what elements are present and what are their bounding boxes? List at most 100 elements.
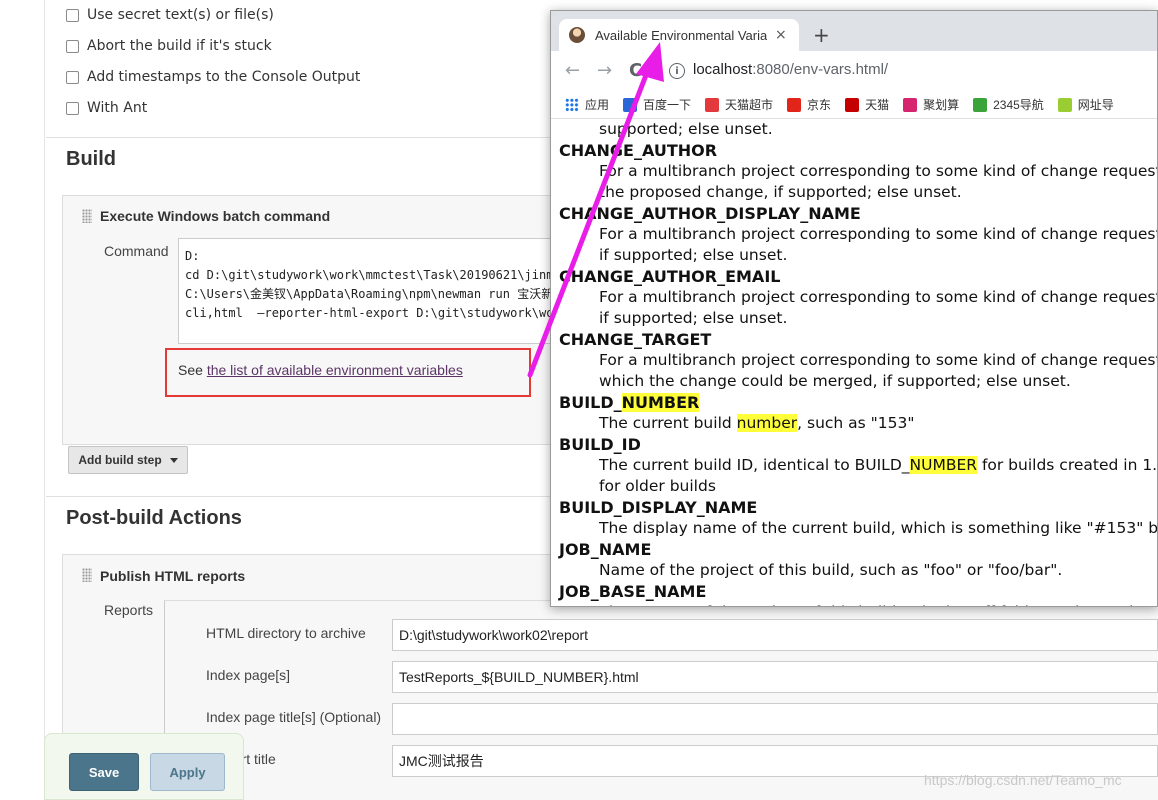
reload-icon[interactable]: C — [629, 60, 642, 81]
text-run: BUILD_ — [559, 393, 622, 412]
new-tab-icon[interactable]: + — [813, 23, 830, 47]
text-run: CHANGE_AUTHOR — [559, 141, 718, 160]
bookmark-label: 2345导航 — [993, 98, 1044, 112]
bookmark-item[interactable]: 天猫 — [845, 96, 889, 113]
see-prefix: See — [178, 362, 207, 378]
command-line: cli,html —reporter-html-export D:\git\st… — [185, 306, 554, 320]
apply-button[interactable]: Apply — [150, 753, 225, 791]
option-label: Use secret text(s) or file(s) — [87, 7, 274, 23]
forward-arrow-icon[interactable]: → — [597, 60, 612, 81]
address-bar[interactable]: localhost:8080/env-vars.html/ — [693, 61, 888, 78]
bookmark-item[interactable]: 应用 — [565, 96, 609, 113]
checkbox-icon[interactable] — [66, 101, 79, 115]
text-run: The current build ID, identical to BUILD… — [599, 456, 910, 474]
bookmark-favicon-icon — [845, 97, 860, 112]
build-step-title: Execute Windows batch command — [100, 208, 331, 224]
env-var-description: For a multibranch project corresponding … — [599, 288, 1157, 306]
html-dir-label: HTML directory to archive — [206, 625, 366, 641]
checkbox-icon[interactable] — [66, 70, 79, 84]
bookmark-item[interactable]: 聚划算 — [903, 96, 959, 113]
bookmark-item[interactable]: 百度一下 — [623, 96, 691, 113]
env-vars-content: supported; else unset. CHANGE_AUTHOR For a… — [551, 119, 1157, 606]
env-vars-link[interactable]: the list of available environment variab… — [207, 362, 463, 378]
bookmark-item[interactable]: 网址导 — [1057, 96, 1114, 113]
text-run: For a multibranch project corresponding … — [599, 162, 1157, 180]
env-var-description: if supported; else unset. — [599, 309, 787, 327]
text-run: The display name of the current build, w… — [599, 519, 1157, 537]
search-highlight: NUMBER — [909, 456, 978, 474]
env-var-description: For a multibranch project corresponding … — [599, 351, 1157, 369]
back-arrow-icon[interactable]: ← — [565, 60, 580, 81]
watermark: https://blog.csdn.net/Teamo_mc — [924, 772, 1122, 788]
text-run: for older builds — [599, 477, 716, 495]
text-run: CHANGE_TARGET — [559, 330, 712, 349]
env-var-name: CHANGE_TARGET — [559, 330, 711, 349]
command-label: Command — [104, 243, 169, 259]
env-var-name: CHANGE_AUTHOR_EMAIL — [559, 267, 780, 286]
text-run: if supported; else unset. — [599, 309, 788, 327]
browser-tab[interactable]: Available Environmental Variab × — [559, 19, 799, 51]
option-with-ant[interactable]: With Ant — [66, 100, 147, 116]
bookmark-label: 京东 — [807, 98, 832, 112]
bookmark-favicon-icon — [705, 97, 720, 112]
option-label: Abort the build if it's stuck — [87, 38, 272, 54]
env-var-description: if supported; else unset. — [599, 246, 787, 264]
text-run: Name of the project of this build, such … — [599, 561, 1063, 579]
env-var-description: the proposed change, if supported; else … — [599, 183, 962, 201]
bookmark-favicon-icon — [903, 97, 918, 112]
reports-label: Reports — [104, 602, 154, 618]
bookmark-label: 百度一下 — [643, 98, 692, 112]
text-run: BUILD_ID — [559, 435, 641, 454]
env-var-name: JOB_NAME — [559, 540, 651, 559]
option-timestamps[interactable]: Add timestamps to the Console Output — [66, 69, 360, 85]
bookmark-item[interactable]: 2345导航 — [973, 96, 1044, 113]
search-highlight: NUMBER — [621, 393, 700, 412]
index-titles-input[interactable] — [392, 703, 1158, 735]
env-var-description: For a multibranch project corresponding … — [599, 162, 1157, 180]
text-run: BUILD_DISPLAY_NAME — [559, 498, 758, 517]
html-dir-input[interactable]: D:\git\studywork\work02\report — [392, 619, 1158, 651]
env-var-name: CHANGE_AUTHOR_DISPLAY_NAME — [559, 204, 861, 223]
bookmark-item[interactable]: 天猫超市 — [705, 96, 773, 113]
tab-title: Available Environmental Variab — [595, 27, 767, 43]
env-var-description: supported; else unset. — [599, 120, 773, 138]
env-var-name: BUILD_DISPLAY_NAME — [559, 498, 757, 517]
text-run: which the change could be merged, if sup… — [599, 372, 1071, 390]
checkbox-icon[interactable] — [66, 39, 79, 53]
text-run: For a multibranch project corresponding … — [599, 225, 1157, 243]
browser-window: Available Environmental Variab × + ← → C… — [550, 10, 1158, 607]
bookmark-label: 天猫 — [865, 98, 890, 112]
caret-down-icon — [169, 457, 178, 463]
text-run: if supported; else unset. — [599, 246, 788, 264]
index-pages-input[interactable]: TestReports_${BUILD_NUMBER}.html — [392, 661, 1158, 693]
env-var-description: Name of the project of this build, such … — [599, 561, 1062, 579]
build-section-title: Build — [66, 148, 116, 170]
env-vars-hint: See the list of available environment va… — [178, 362, 463, 378]
bookmark-favicon-icon — [787, 97, 802, 112]
drag-handle-icon[interactable] — [82, 209, 92, 223]
env-var-description: Short Name of the project of this build … — [599, 603, 1139, 606]
option-use-secret[interactable]: Use secret text(s) or file(s) — [66, 7, 274, 23]
add-build-step-button[interactable]: Add build step — [68, 446, 188, 474]
env-var-name: BUILD_ID — [559, 435, 641, 454]
drag-handle-icon[interactable] — [82, 568, 92, 582]
option-label: Add timestamps to the Console Output — [87, 69, 361, 85]
close-icon[interactable]: × — [775, 27, 787, 43]
text-run: the proposed change, if supported; else … — [599, 183, 962, 201]
bookmark-label: 网址导 — [1077, 98, 1114, 112]
info-icon[interactable]: i — [669, 63, 685, 79]
env-var-name: JOB_BASE_NAME — [559, 582, 706, 601]
bookmark-favicon-icon — [973, 97, 988, 112]
text-run: The current build — [599, 414, 737, 432]
option-abort-stuck[interactable]: Abort the build if it's stuck — [66, 38, 272, 54]
command-textarea[interactable]: D: cd D:\git\studywork\work\mmctest\Task\… — [178, 238, 558, 344]
text-run: For a multibranch project corresponding … — [599, 351, 1157, 369]
url-path: :8080/env-vars.html/ — [752, 61, 889, 78]
bookmark-item[interactable]: 京东 — [787, 96, 831, 113]
search-highlight: number — [736, 414, 798, 432]
text-run: Short Name of the project of this build … — [599, 603, 1139, 606]
bookmark-favicon-icon — [1057, 97, 1072, 112]
env-var-description: The current build number, such as "153" — [599, 414, 915, 432]
save-button[interactable]: Save — [69, 753, 139, 791]
checkbox-icon[interactable] — [66, 8, 79, 22]
